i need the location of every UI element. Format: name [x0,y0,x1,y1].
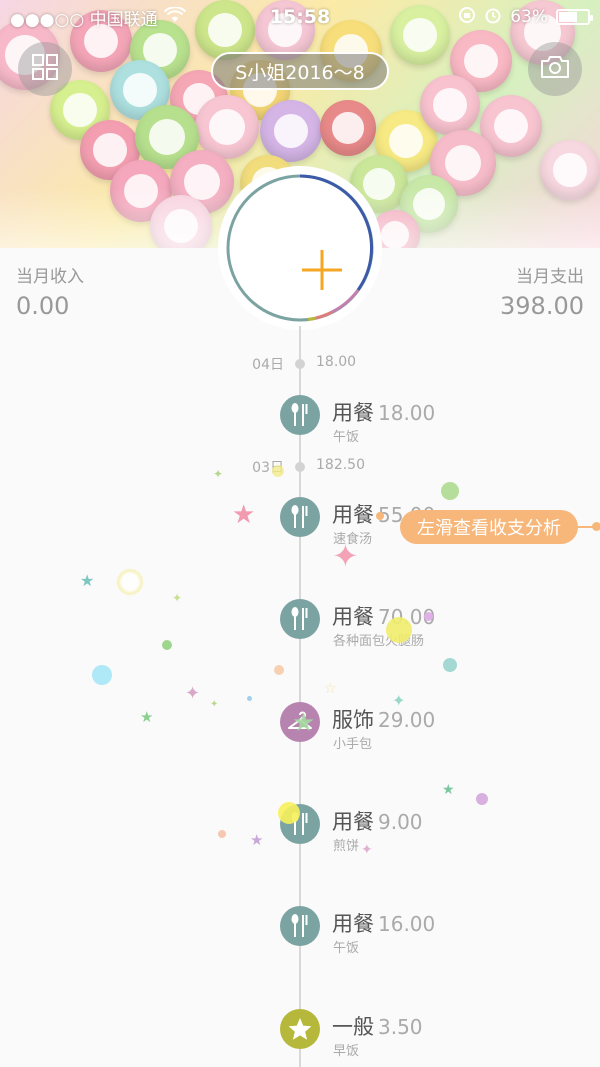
swipe-hint-text: 左滑查看收支分析 [417,518,561,539]
fork-knife-icon [280,395,320,435]
entry-note: 早饭 [333,1044,360,1059]
date-header: 04日 18.00 [0,354,600,374]
battery-percent: 63% [510,7,548,27]
swipe-hint-bubble[interactable]: 左滑查看收支分析 [400,510,578,544]
entry-note: 煎饼 [333,839,360,854]
entry-category: 用餐 [332,605,374,629]
fork-knife-icon [280,497,320,537]
expense-value: 398.00 [500,292,584,320]
date-total: 182.50 [316,457,365,473]
entry-amount: 16.00 [378,912,436,936]
timeline-entry[interactable]: 用餐 70.00 各种面包火腿肠 [0,599,600,659]
status-bar: ●●●○○ 中国联通 15:58 63% [0,0,600,34]
account-title-button[interactable]: S小姐2016～8 [211,52,389,90]
fork-knife-icon [280,599,320,639]
timeline-entry[interactable]: 一般 3.50 早饭 [0,1009,600,1067]
entry-category: 用餐 [332,401,374,425]
timeline-entry[interactable]: 用餐 18.00 午饭 [0,395,600,455]
entry-note: 午饭 [333,941,360,956]
grid-icon [31,53,59,85]
entry-note: 小手包 [333,737,373,752]
income-label: 当月收入 [16,267,84,287]
entry-category: 用餐 [332,503,374,527]
income-value: 0.00 [16,292,70,320]
fork-knife-icon [280,906,320,946]
entry-category: 服饰 [332,708,374,732]
entry-category: 一般 [332,1015,374,1039]
expense-label: 当月支出 [516,267,584,287]
camera-button[interactable] [528,42,582,96]
entry-amount: 18.00 [378,401,436,425]
carrier-label: ●●●○○ 中国联通 [10,9,158,30]
battery-icon [556,9,593,25]
entry-category: 用餐 [332,912,374,936]
timeline-entry[interactable]: 用餐 16.00 午饭 [0,906,600,966]
alarm-icon [484,6,502,29]
date-day: 04日 [252,357,284,373]
entry-note: 午饭 [333,430,360,445]
star-icon [280,1009,320,1049]
rotation-lock-icon [458,6,476,29]
entry-amount: 29.00 [378,708,436,732]
date-header: 03日 182.50 [0,457,600,477]
camera-icon [539,54,571,84]
wifi-icon [163,5,186,28]
timeline-entry[interactable]: 用餐 9.00 煎饼 [0,804,600,864]
account-title: S小姐2016～8 [235,61,365,84]
menu-button[interactable] [18,42,72,96]
entry-category: 用餐 [332,810,374,834]
add-record-button[interactable] [224,172,376,324]
date-total: 18.00 [316,354,357,370]
entry-amount: 3.50 [378,1015,423,1039]
entry-amount: 9.00 [378,810,423,834]
